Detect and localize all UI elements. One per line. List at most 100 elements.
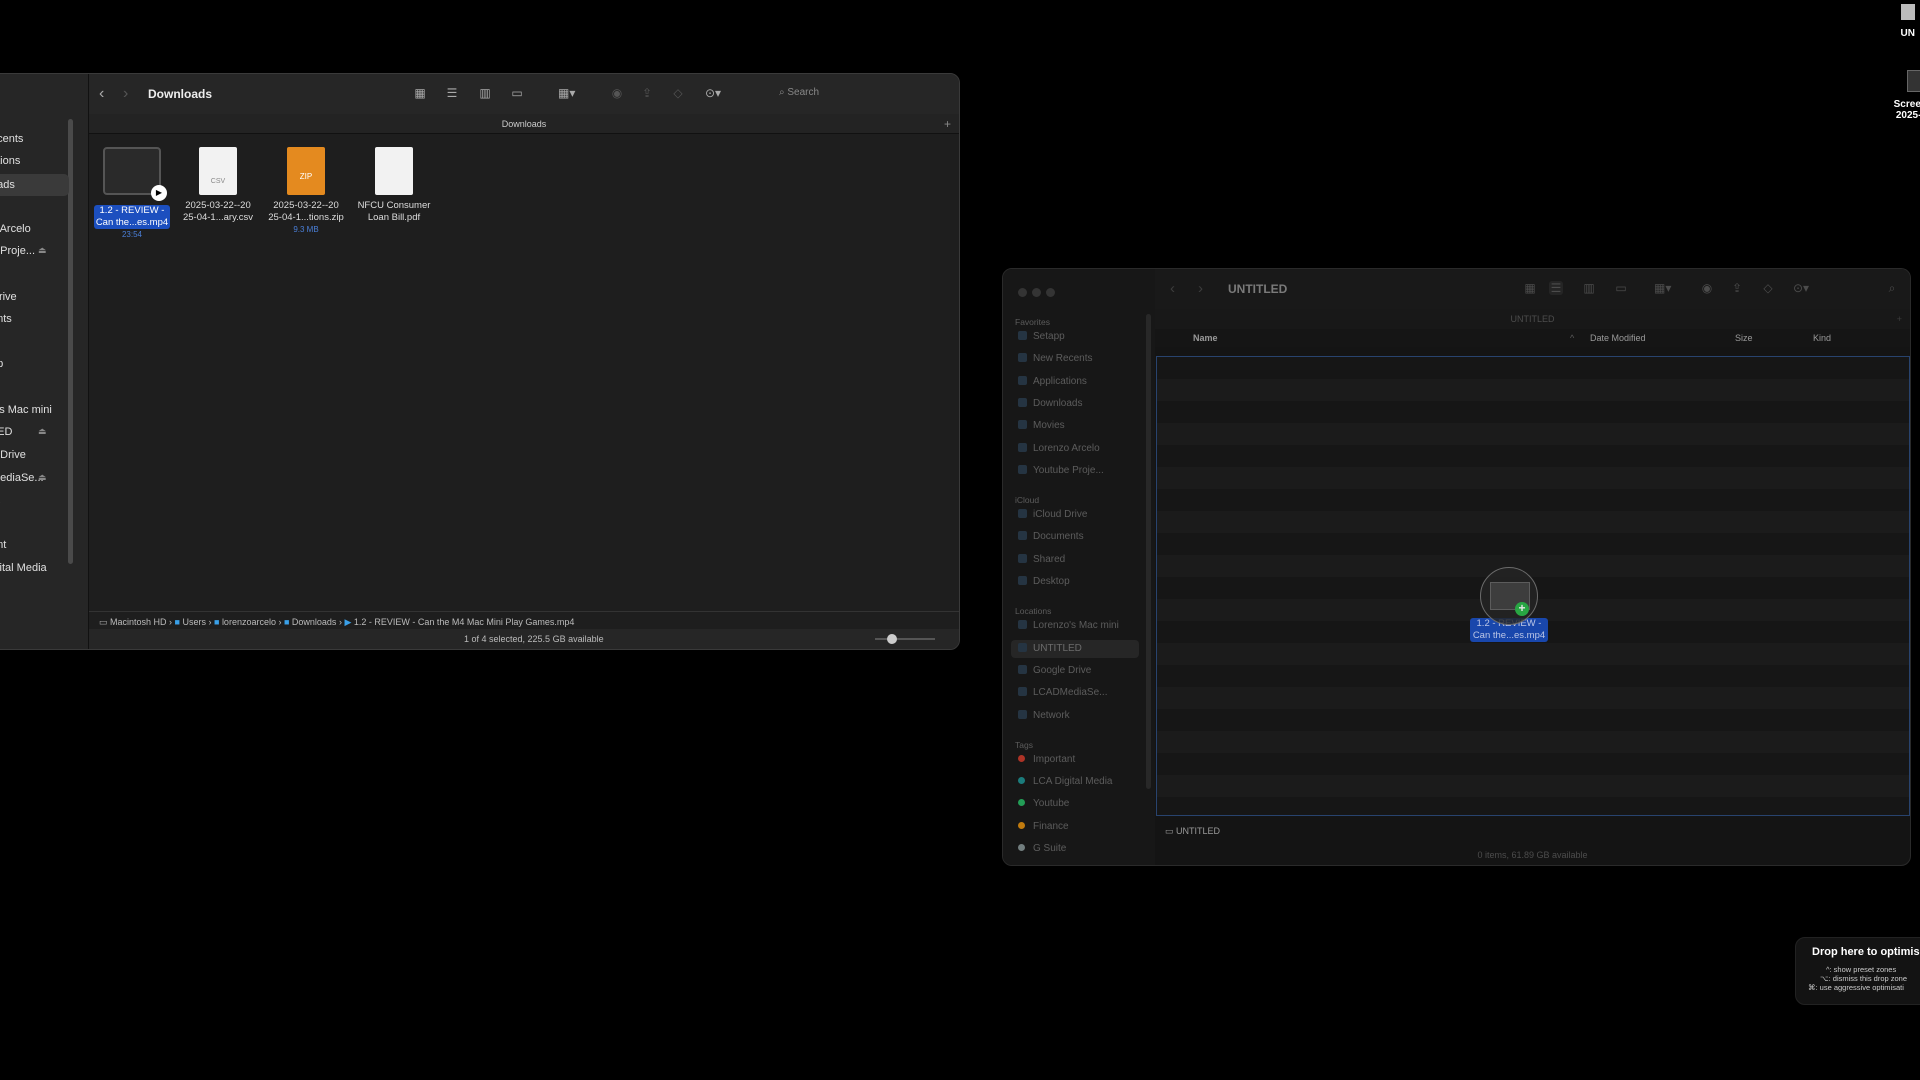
sidebar-item[interactable]: Youtube Proje... [1018, 464, 1104, 476]
search-icon[interactable]: ⌕ [1885, 281, 1899, 295]
file-item[interactable]: CSV 2025-03-22--20 25-04-1...ary.csv [176, 147, 260, 224]
more-actions-icon[interactable]: ⊙▾ [1793, 281, 1809, 295]
path-tab[interactable]: Downloads + [89, 114, 959, 134]
drop-hint-3: ⌘: use aggressive optimisati [1808, 983, 1904, 992]
more-actions-icon[interactable]: ⊙▾ [705, 86, 721, 100]
icon-view-icon[interactable]: ▦ [1523, 281, 1537, 295]
new-tab-button[interactable]: + [1897, 309, 1902, 329]
sidebar-item[interactable]: Setapp [1018, 331, 1065, 342]
forward-button[interactable]: › [123, 85, 128, 103]
window-controls[interactable] [1018, 284, 1060, 302]
sidebar-item[interactable]: Lorenzo Arcelo [1018, 442, 1100, 454]
column-view-icon[interactable]: ▥ [1582, 281, 1596, 295]
drop-hint-1: ^: show preset zones [1826, 965, 1897, 974]
back-button[interactable]: ‹ [1170, 280, 1175, 297]
tag-color-icon [1018, 821, 1025, 829]
sidebar: Favorites Setapp New Recents Applications Do… [1003, 269, 1155, 865]
sidebar-item[interactable]: oads [0, 174, 69, 196]
sidebar-scrollbar[interactable] [1146, 314, 1151, 789]
dragged-file[interactable]: + 1.2 - REVIEW -Can the...es.mp4 [1464, 567, 1554, 643]
desktop-drive-item[interactable]: UN [1897, 4, 1915, 39]
file-item[interactable]: ZIP 2025-03-22--20 25-04-1...tions.zip 9.3 … [264, 147, 348, 236]
file-item[interactable]: NFCU Consumer Loan Bill.pdf [352, 147, 436, 224]
tag-icon[interactable]: ◇ [1761, 281, 1775, 295]
minimize-button[interactable] [1032, 288, 1041, 297]
close-button[interactable] [1018, 288, 1027, 297]
breadcrumb-item[interactable]: UNTITLED [1176, 826, 1220, 836]
file-item[interactable]: ▶ 1.2 - REVIEW - Can the...es.mp4 23:54 [90, 147, 174, 241]
new-tab-button[interactable]: + [944, 114, 951, 134]
airdrop-icon[interactable]: ◉ [1700, 281, 1714, 295]
share-icon[interactable]: ⇪ [1730, 281, 1744, 295]
sidebar-item[interactable]: Network [1018, 709, 1070, 721]
sidebar-item[interactable]: Lorenzo's Mac mini [1018, 620, 1119, 631]
breadcrumb-item[interactable]: Macintosh HD [110, 617, 167, 627]
list-view-icon[interactable]: ☰ [1549, 281, 1563, 295]
sidebar-item[interactable]: Shared [1018, 553, 1065, 565]
sidebar-item[interactable]: Downloads [1018, 397, 1082, 409]
breadcrumb-item[interactable]: lorenzoarcelo [222, 617, 276, 627]
column-view-icon[interactable]: ▥ [478, 86, 492, 100]
sidebar-item[interactable]: ant [0, 539, 6, 551]
sidebar-item[interactable]: o's Mac mini [0, 404, 52, 416]
sidebar-item[interactable]: Drive [0, 291, 17, 303]
sidebar-item[interactable]: iCloud Drive [1018, 509, 1087, 520]
sidebar-item[interactable]: LED [0, 426, 12, 438]
sidebar-item[interactable]: New Recents [1018, 353, 1092, 364]
eject-icon[interactable]: ⏏ [38, 472, 47, 483]
window-title: UNTITLED [1228, 282, 1288, 296]
sidebar-item[interactable]: e Proje... [0, 245, 35, 257]
sidebar-item[interactable]: G Suite [1018, 843, 1066, 854]
sidebar-item[interactable]: ents [0, 313, 12, 325]
sidebar-item[interactable]: Google Drive [1018, 664, 1091, 676]
column-kind[interactable]: Kind [1813, 329, 1831, 347]
tag-icon[interactable]: ◇ [671, 86, 685, 100]
forward-button[interactable]: › [1198, 280, 1203, 297]
slider-knob[interactable] [887, 634, 897, 644]
search-field[interactable]: ⌕ Search [779, 87, 819, 98]
group-by-icon[interactable]: ▦▾ [1654, 281, 1671, 295]
gallery-view-icon[interactable]: ▭ [510, 86, 524, 100]
sidebar-item[interactable]: op [0, 358, 3, 370]
sidebar-item[interactable]: LCA Digital Media [1018, 776, 1112, 787]
sidebar-item[interactable]: Applications [1018, 375, 1087, 387]
sidebar-item[interactable]: igital Media [0, 562, 47, 574]
path-tab[interactable]: UNTITLED + [1155, 309, 1910, 329]
icon-view-icon[interactable]: ▦ [413, 86, 427, 100]
sidebar-item[interactable]: UNTITLED [1011, 639, 1139, 658]
drop-zone-popup[interactable]: Drop here to optimise ^: show preset zon… [1795, 937, 1920, 1005]
sidebar-item[interactable]: ations [0, 155, 20, 167]
list-view-icon[interactable]: ☰ [445, 86, 459, 100]
sidebar-item[interactable]: Finance [1018, 821, 1069, 832]
group-by-icon[interactable]: ▦▾ [558, 86, 575, 100]
sidebar-item[interactable]: ecents [0, 133, 23, 145]
sidebar-item[interactable]: LCADMediaSe... [1018, 687, 1107, 698]
sidebar-item[interactable]: Youtube [1018, 798, 1069, 809]
breadcrumb-item[interactable]: 1.2 - REVIEW - Can the M4 Mac Mini Play … [354, 617, 575, 627]
column-size[interactable]: Size [1735, 329, 1753, 347]
sort-chevron-icon[interactable]: ^ [1570, 329, 1574, 347]
eject-icon[interactable]: ⏏ [38, 245, 47, 256]
airdrop-icon[interactable]: ◉ [610, 86, 624, 100]
sidebar-item-icon [1018, 687, 1027, 697]
file-type-badge: ZIP [299, 172, 313, 181]
gallery-view-icon[interactable]: ▭ [1614, 281, 1628, 295]
desktop-drive-label: UN [1900, 28, 1915, 39]
zoom-button[interactable] [1046, 288, 1055, 297]
eject-icon[interactable]: ⏏ [38, 426, 47, 437]
sidebar-item[interactable]: o Arcelo [0, 223, 31, 235]
sidebar-item[interactable]: Important [1018, 754, 1075, 765]
column-name[interactable]: Name [1193, 329, 1218, 347]
file-list-drop-target[interactable]: + 1.2 - REVIEW -Can the...es.mp4 [1156, 356, 1910, 816]
icon-size-slider[interactable] [875, 634, 935, 644]
share-icon[interactable]: ⇪ [640, 86, 654, 100]
sidebar-item[interactable]: e Drive [0, 449, 26, 461]
breadcrumb-item[interactable]: Users [182, 617, 206, 627]
back-button[interactable]: ‹ [99, 85, 104, 103]
sidebar-item[interactable]: Movies [1018, 420, 1065, 431]
desktop-screenshot-item[interactable]: Screen 2025-0 [1885, 70, 1920, 121]
column-date-modified[interactable]: Date Modified [1590, 329, 1646, 347]
sidebar-item[interactable]: Documents [1018, 531, 1084, 542]
breadcrumb-item[interactable]: Downloads [292, 617, 337, 627]
sidebar-item[interactable]: Desktop [1018, 576, 1070, 587]
